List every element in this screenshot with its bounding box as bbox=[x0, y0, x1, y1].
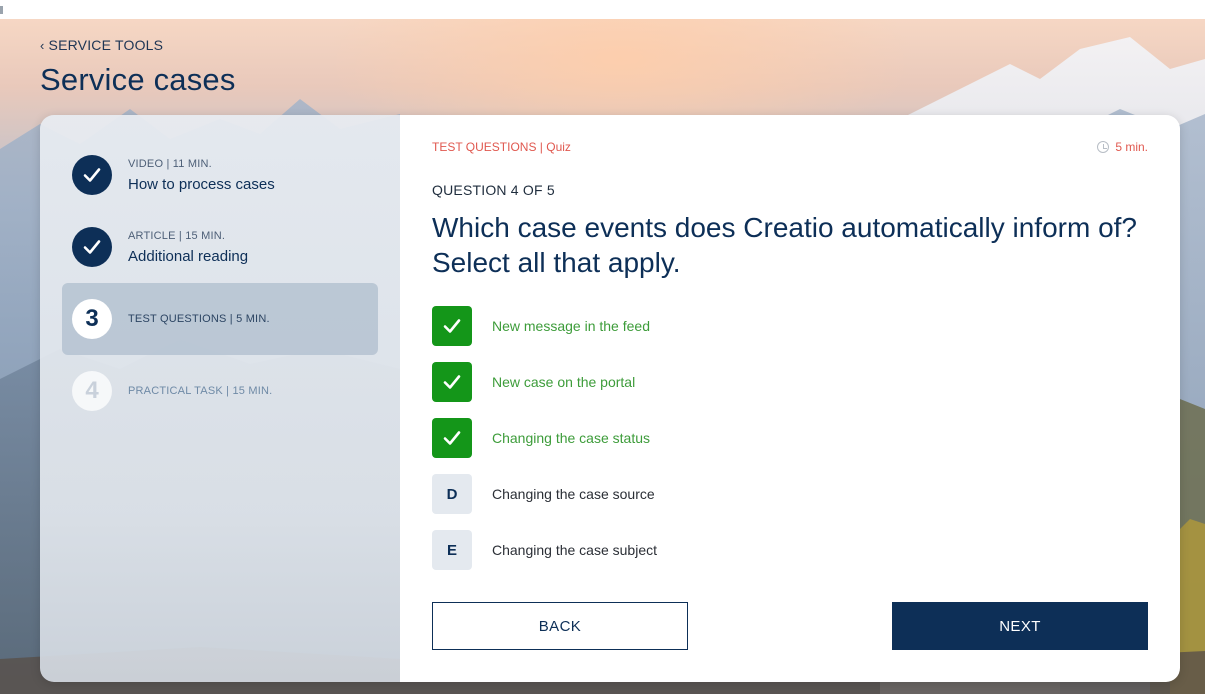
checkmark-icon bbox=[443, 319, 461, 333]
step-completed-badge bbox=[72, 155, 112, 195]
answer-label: New message in the feed bbox=[492, 318, 650, 334]
back-to-service-tools-link[interactable]: ‹ SERVICE TOOLS bbox=[40, 37, 236, 53]
course-card: VIDEO | 11 MIN. How to process cases ART… bbox=[40, 115, 1180, 682]
top-bar-marker bbox=[0, 6, 3, 14]
next-button[interactable]: NEXT bbox=[892, 602, 1148, 650]
checkmark-icon bbox=[83, 168, 101, 182]
step-title: How to process cases bbox=[128, 175, 275, 193]
step-meta: PRACTICAL TASK | 15 MIN. bbox=[128, 385, 273, 397]
step-article[interactable]: ARTICLE | 15 MIN. Additional reading bbox=[62, 211, 378, 283]
question-counter: QUESTION 4 OF 5 bbox=[432, 182, 555, 198]
top-bar bbox=[0, 0, 1205, 19]
back-button[interactable]: BACK bbox=[432, 602, 688, 650]
step-meta: VIDEO | 11 MIN. bbox=[128, 157, 212, 170]
answer-option-a[interactable]: New message in the feed bbox=[432, 306, 657, 346]
checked-checkbox[interactable] bbox=[432, 306, 472, 346]
course-steps-sidebar: VIDEO | 11 MIN. How to process cases ART… bbox=[40, 115, 400, 682]
quiz-kicker: TEST QUESTIONS | Quiz bbox=[432, 140, 571, 154]
answer-label: Changing the case source bbox=[492, 486, 655, 502]
question-text: Which case events does Creatio automatic… bbox=[432, 212, 1137, 278]
checked-checkbox[interactable] bbox=[432, 362, 472, 402]
option-letter-box[interactable]: E bbox=[432, 530, 472, 570]
duration-label: 5 min. bbox=[1115, 140, 1148, 154]
back-link-label: SERVICE TOOLS bbox=[48, 37, 164, 53]
page-header: ‹ SERVICE TOOLS Service cases bbox=[40, 37, 236, 98]
checked-checkbox[interactable] bbox=[432, 418, 472, 458]
answer-option-e[interactable]: E Changing the case subject bbox=[432, 530, 657, 570]
checkmark-icon bbox=[443, 375, 461, 389]
quiz-panel: TEST QUESTIONS | Quiz 5 min. QUESTION 4 … bbox=[400, 115, 1180, 682]
page-title: Service cases bbox=[40, 62, 236, 97]
checkmark-icon bbox=[83, 240, 101, 254]
answer-label: Changing the case status bbox=[492, 430, 650, 446]
step-number-badge: 3 bbox=[72, 299, 112, 339]
answer-label: New case on the portal bbox=[492, 374, 636, 390]
step-practical-task[interactable]: 4 PRACTICAL TASK | 15 MIN. bbox=[62, 355, 378, 427]
answer-label: Changing the case subject bbox=[492, 542, 657, 558]
step-test-questions[interactable]: 3 TEST QUESTIONS | 5 MIN. bbox=[62, 283, 378, 355]
step-number-badge: 4 bbox=[72, 371, 112, 411]
quiz-duration: 5 min. bbox=[1097, 140, 1148, 154]
answer-option-c[interactable]: Changing the case status bbox=[432, 418, 657, 458]
answer-option-d[interactable]: D Changing the case source bbox=[432, 474, 657, 514]
step-meta: ARTICLE | 15 MIN. bbox=[128, 229, 226, 242]
step-completed-badge bbox=[72, 227, 112, 267]
checkmark-icon bbox=[443, 431, 461, 445]
step-title: Additional reading bbox=[128, 247, 249, 265]
answer-options: New message in the feed New case on the … bbox=[432, 306, 657, 586]
chevron-left-icon: ‹ bbox=[40, 37, 45, 53]
clock-icon bbox=[1097, 141, 1110, 153]
step-video[interactable]: VIDEO | 11 MIN. How to process cases bbox=[62, 139, 378, 211]
answer-option-b[interactable]: New case on the portal bbox=[432, 362, 657, 402]
step-meta: TEST QUESTIONS | 5 MIN. bbox=[128, 313, 270, 325]
option-letter-box[interactable]: D bbox=[432, 474, 472, 514]
